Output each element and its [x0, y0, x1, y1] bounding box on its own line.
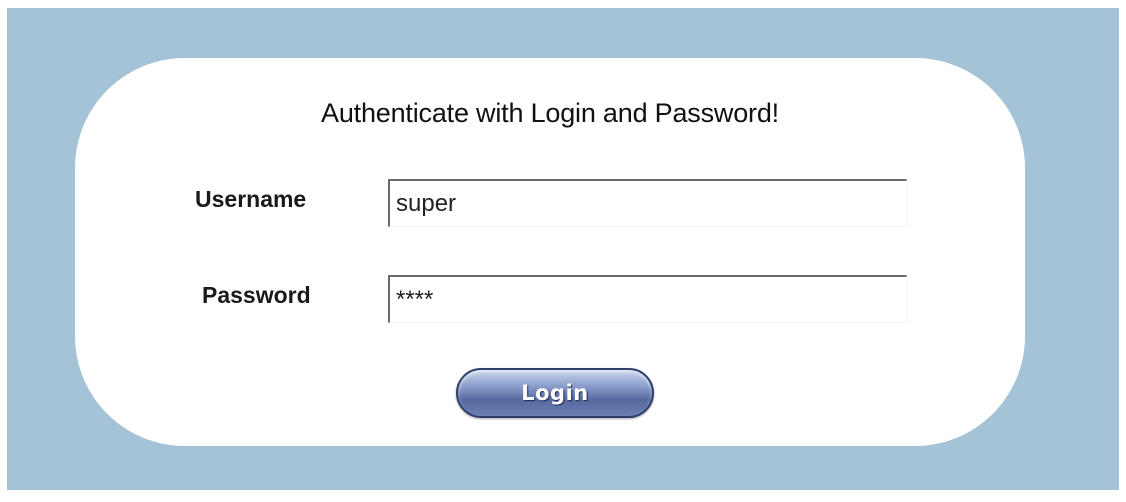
- login-button-label: Login: [521, 381, 589, 405]
- username-label: Username: [195, 186, 307, 212]
- password-input[interactable]: [388, 275, 907, 323]
- login-card: Authenticate with Login and Password! Us…: [75, 58, 1025, 446]
- password-label: Password: [202, 282, 311, 308]
- username-input[interactable]: [388, 179, 907, 227]
- form-title: Authenticate with Login and Password!: [321, 98, 779, 128]
- login-button[interactable]: Login: [456, 368, 654, 418]
- page-background: Authenticate with Login and Password! Us…: [7, 8, 1119, 490]
